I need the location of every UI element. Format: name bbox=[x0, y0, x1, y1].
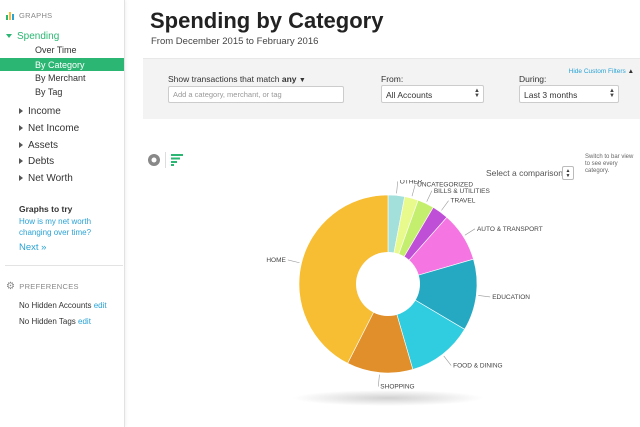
sidebar-item-income[interactable]: Income bbox=[19, 106, 119, 117]
slice-label: SHOPPING bbox=[380, 384, 414, 391]
sidebar-item-by-category[interactable]: By Category bbox=[35, 60, 115, 70]
search-input[interactable]: Add a category, merchant, or tag bbox=[168, 86, 344, 103]
sidebar-item-label: Income bbox=[28, 106, 61, 117]
sidebar-item-net-worth[interactable]: Net Worth bbox=[19, 173, 119, 184]
graphs-heading-label: GRAPHS bbox=[19, 11, 53, 20]
sidebar-item-over-time[interactable]: Over Time bbox=[35, 45, 115, 55]
hidden-tags: No Hidden Tags edit bbox=[19, 317, 123, 326]
leader-line bbox=[464, 228, 476, 236]
toggle-divider bbox=[165, 152, 166, 168]
during-select[interactable]: Last 3 months ▲ ▼ bbox=[519, 85, 619, 103]
sidebar-item-by-tag[interactable]: By Tag bbox=[35, 87, 115, 97]
slice-label: BILLS & UTILITIES bbox=[434, 188, 491, 195]
gear-icon: ⚙ bbox=[6, 280, 16, 292]
sidebar-item-label: Net Income bbox=[28, 123, 80, 134]
sidebar-item-label: Net Worth bbox=[28, 173, 73, 184]
bar-view-icon[interactable] bbox=[171, 154, 185, 166]
chart-shadow bbox=[293, 390, 483, 406]
next-link[interactable]: Next » bbox=[19, 242, 79, 253]
date-range-subtitle: From December 2015 to February 2016 bbox=[151, 36, 319, 47]
edit-tags-link[interactable]: edit bbox=[78, 317, 91, 326]
from-value: All Accounts bbox=[386, 90, 433, 100]
select-arrows-icon: ▲ ▼ bbox=[474, 88, 480, 99]
chevron-right-icon bbox=[19, 175, 23, 182]
slice-label: TRAVEL bbox=[451, 198, 476, 205]
chevron-right-icon bbox=[19, 125, 23, 132]
hide-filters-label: Hide Custom Filters bbox=[568, 68, 626, 75]
leader-line bbox=[411, 184, 416, 197]
comparison-select[interactable]: ▲ ▼ bbox=[562, 166, 574, 180]
slice-label: EDUCATION bbox=[492, 294, 530, 301]
match-label: Show transactions that match any ▼ bbox=[168, 74, 306, 84]
edit-accounts-link[interactable]: edit bbox=[94, 301, 107, 310]
graphs-to-try-heading: Graphs to try bbox=[19, 204, 73, 214]
preferences-heading-label: PREFERENCES bbox=[19, 282, 79, 291]
filter-panel: Hide Custom Filters ▲ Show transactions … bbox=[143, 58, 640, 119]
hide-filters-link[interactable]: Hide Custom Filters ▲ bbox=[569, 68, 634, 75]
comparison-label: Select a comparison bbox=[486, 168, 564, 178]
preferences-heading: ⚙ PREFERENCES bbox=[6, 280, 79, 292]
chevron-right-icon bbox=[19, 108, 23, 115]
match-value: any bbox=[281, 74, 297, 84]
chevron-down-icon bbox=[6, 34, 12, 39]
from-label: From: bbox=[381, 74, 404, 84]
hidden-tags-label: No Hidden Tags bbox=[19, 317, 76, 326]
select-arrows-icon: ▲ ▼ bbox=[609, 88, 615, 99]
bar-view-hint: Switch to bar view to see every category… bbox=[585, 154, 634, 174]
leader-line bbox=[378, 374, 380, 387]
hidden-accounts-label: No Hidden Accounts bbox=[19, 301, 92, 310]
sidebar-item-label: Debts bbox=[28, 156, 55, 167]
sidebar-item-label: Spending bbox=[17, 31, 60, 42]
page-title: Spending by Category bbox=[150, 8, 384, 33]
pie-view-icon[interactable] bbox=[147, 153, 161, 167]
slice-label: HOME bbox=[266, 257, 286, 264]
sidebar-item-assets[interactable]: Assets bbox=[19, 140, 119, 151]
leader-line bbox=[396, 181, 398, 194]
leader-line bbox=[287, 259, 300, 264]
hidden-accounts: No Hidden Accounts edit bbox=[19, 301, 123, 310]
caret-up-icon: ▲ bbox=[627, 68, 634, 75]
leader-line bbox=[478, 295, 491, 298]
match-dropdown[interactable]: any ▼ bbox=[282, 74, 306, 84]
chevron-down-icon: ▼ bbox=[298, 77, 306, 84]
chevron-right-icon bbox=[19, 142, 23, 149]
divider bbox=[5, 265, 123, 266]
during-label: During: bbox=[519, 74, 547, 84]
sidebar-item-net-income[interactable]: Net Income bbox=[19, 123, 119, 134]
sidebar-item-label: Assets bbox=[28, 140, 59, 151]
sidebar-item-debts[interactable]: Debts bbox=[19, 156, 119, 167]
during-value: Last 3 months bbox=[524, 90, 578, 100]
sidebar-item-spending[interactable]: Spending bbox=[6, 31, 130, 42]
leader-line bbox=[443, 355, 452, 366]
graphs-icon bbox=[6, 12, 14, 20]
leader-line bbox=[441, 200, 449, 211]
chevron-right-icon bbox=[19, 158, 23, 165]
leader-line bbox=[426, 190, 433, 202]
sidebar-item-by-merchant[interactable]: By Merchant bbox=[35, 73, 115, 83]
match-label-text: Show transactions that match bbox=[168, 74, 280, 84]
spending-donut-chart: OTHERUNCATEGORIZEDBILLS & UTILITIESTRAVE… bbox=[266, 180, 543, 406]
sidebar: GRAPHS Spending Over Time By Category By… bbox=[0, 0, 125, 427]
donut-hole bbox=[356, 252, 420, 316]
try-graph-link[interactable]: How is my net worth changing over time? bbox=[19, 216, 119, 238]
graphs-heading: GRAPHS bbox=[6, 11, 52, 20]
slice-label: AUTO & TRANSPORT bbox=[477, 226, 543, 233]
slice-label: FOOD & DINING bbox=[453, 362, 502, 369]
from-select[interactable]: All Accounts ▲ ▼ bbox=[381, 85, 484, 103]
